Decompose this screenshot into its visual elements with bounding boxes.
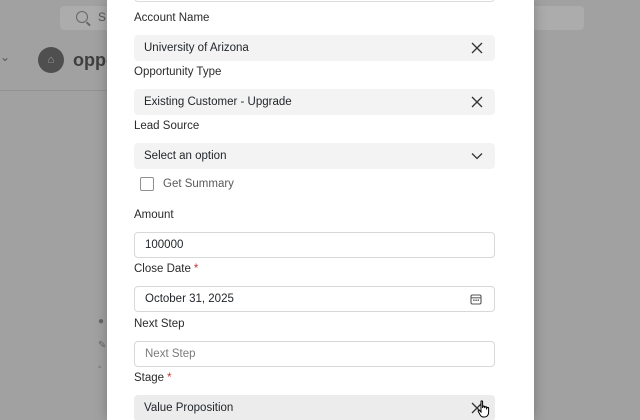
opportunity-type-value: Existing Customer - Upgrade — [144, 96, 292, 108]
amount-label: Amount — [134, 209, 174, 221]
previous-field-edge — [134, 0, 495, 2]
opportunity-type-label: Opportunity Type — [134, 66, 222, 78]
stage-input[interactable]: Value Proposition — [134, 395, 495, 420]
amount-field: Amount 100000 — [134, 208, 495, 258]
lead-source-select[interactable]: Select an option — [134, 143, 495, 169]
account-name-value: University of Arizona — [144, 42, 249, 54]
calendar-icon[interactable] — [468, 291, 484, 307]
opportunity-modal: Account Name University of Arizona Oppor… — [107, 0, 534, 420]
next-step-input[interactable]: Next Step — [134, 341, 495, 367]
next-step-placeholder: Next Step — [145, 348, 196, 360]
get-summary-checkbox[interactable] — [140, 177, 154, 191]
next-step-label: Next Step — [134, 318, 185, 330]
lead-source-field: Lead Source Select an option — [134, 119, 495, 169]
amount-value: 100000 — [145, 239, 184, 251]
opportunity-type-input[interactable]: Existing Customer - Upgrade — [134, 89, 495, 115]
account-name-input[interactable]: University of Arizona — [134, 35, 495, 61]
stage-field: Stage * Value Proposition — [134, 371, 495, 420]
required-mark: * — [167, 372, 172, 384]
stage-label: Stage * — [134, 371, 495, 386]
amount-input[interactable]: 100000 — [134, 232, 495, 258]
chevron-down-icon[interactable] — [469, 148, 485, 164]
account-name-label: Account Name — [134, 12, 210, 24]
close-icon[interactable] — [469, 40, 485, 56]
close-date-label-text: Close Date — [134, 263, 191, 275]
close-date-field: Close Date * October 31, 2025 — [134, 262, 495, 312]
lead-source-label: Lead Source — [134, 120, 200, 132]
stage-label-text: Stage — [134, 372, 165, 384]
get-summary-label[interactable]: Get Summary — [163, 178, 234, 190]
hand-pointer-icon — [477, 400, 491, 420]
stage-value: Value Proposition — [144, 402, 234, 414]
close-icon[interactable] — [469, 94, 485, 110]
opportunity-type-field: Opportunity Type Existing Customer - Upg… — [134, 65, 495, 115]
get-summary-row: Get Summary — [140, 177, 234, 191]
required-mark: * — [193, 263, 199, 275]
account-name-field: Account Name University of Arizona — [134, 11, 495, 61]
lead-source-placeholder: Select an option — [144, 150, 227, 162]
next-step-field: Next Step Next Step — [134, 317, 495, 367]
close-date-value: October 31, 2025 — [145, 293, 234, 305]
close-date-label: Close Date * — [134, 262, 495, 277]
close-date-input[interactable]: October 31, 2025 — [134, 286, 495, 312]
